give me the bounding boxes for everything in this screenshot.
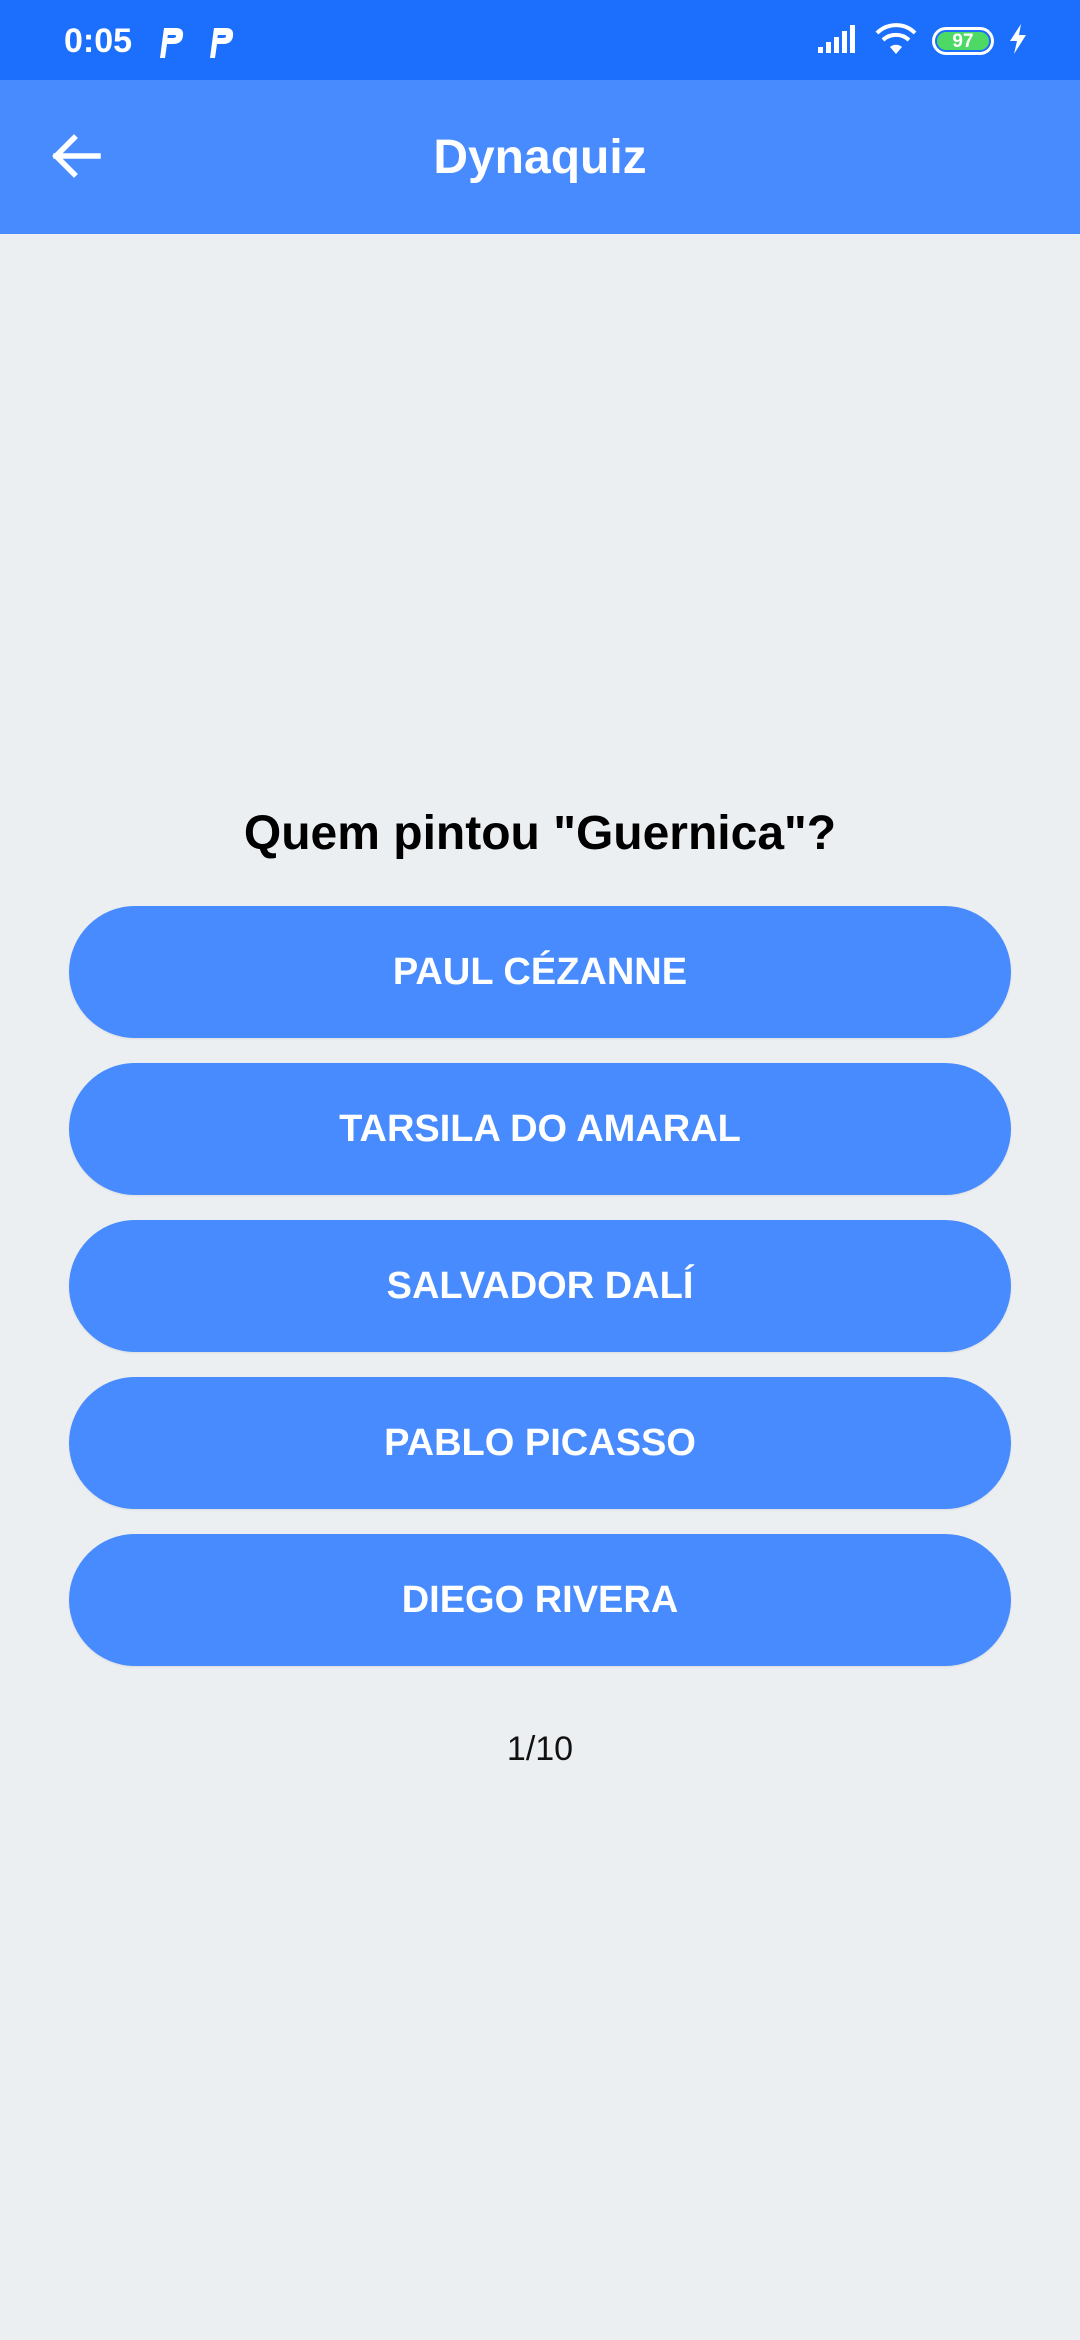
status-icons: 97: [816, 20, 1028, 62]
back-button[interactable]: [40, 122, 112, 194]
signal-icon: [816, 23, 860, 60]
answer-button[interactable]: PABLO PICASSO: [69, 1377, 1011, 1509]
answer-button[interactable]: DIEGO RIVERA: [69, 1534, 1011, 1666]
arrow-left-icon: [50, 132, 102, 185]
answer-button[interactable]: SALVADOR DALÍ: [69, 1220, 1011, 1352]
answer-list: PAUL CÉZANNE TARSILA DO AMARAL SALVADOR …: [69, 906, 1011, 1691]
question-text: Quem pintou "Guernica"?: [243, 807, 837, 860]
answer-button[interactable]: TARSILA DO AMARAL: [69, 1063, 1011, 1195]
answer-button[interactable]: PAUL CÉZANNE: [69, 906, 1011, 1038]
battery-level: 97: [937, 32, 989, 51]
p-app-icon: [152, 22, 188, 62]
p-app-icon: [202, 22, 238, 62]
page-title: Dynaquiz: [433, 130, 647, 184]
bolt-icon: [1008, 23, 1028, 60]
question-progress: 1/10: [506, 1730, 574, 1768]
wifi-icon: [874, 22, 918, 61]
status-bar: 0:05 97: [0, 0, 1080, 80]
status-time: 0:05: [64, 22, 133, 60]
battery-icon: 97: [932, 27, 994, 55]
app-bar: Dynaquiz: [0, 80, 1080, 234]
